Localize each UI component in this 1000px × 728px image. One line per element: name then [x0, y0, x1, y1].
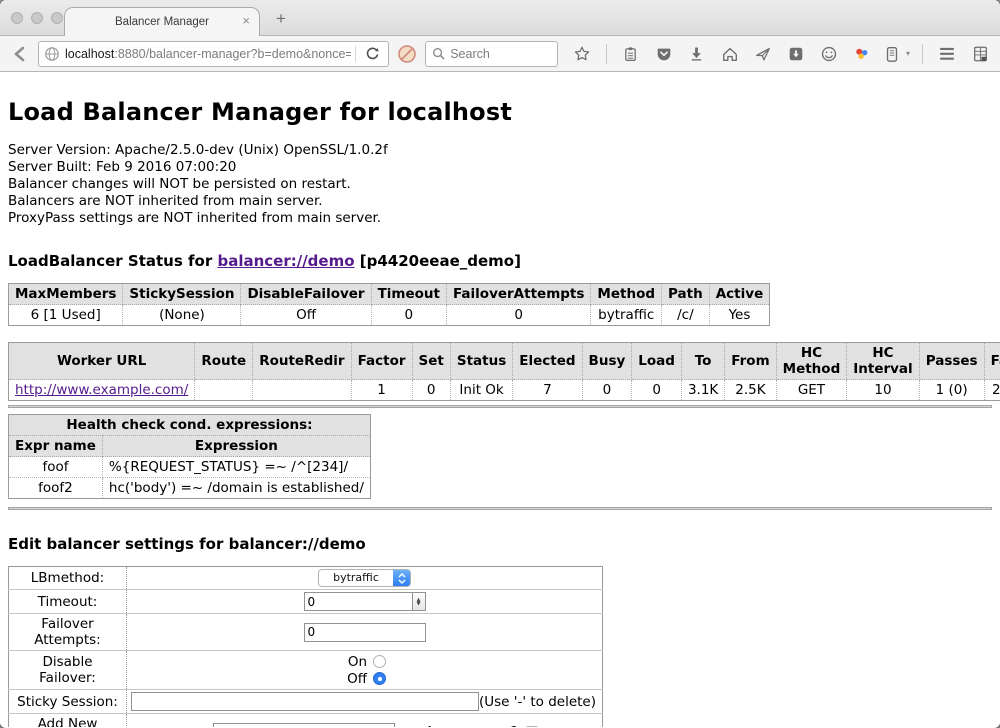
session-container-icon[interactable] [883, 42, 901, 66]
lbmethod-select[interactable]: bytraffic [318, 569, 411, 587]
col-expr-name: Expr name [9, 436, 103, 457]
sticky-session-input[interactable] [131, 692, 479, 711]
timeout-row: Timeout: ▲▼ [9, 590, 603, 614]
failover-attempts-input[interactable] [304, 623, 426, 642]
divider [8, 507, 992, 510]
add-worker-input[interactable] [213, 723, 395, 728]
worker-url-link[interactable]: http://www.example.com/ [15, 382, 188, 398]
col-expression: Expression [102, 436, 370, 457]
col-failoverattempts: FailoverAttempts [447, 284, 591, 305]
timeout-label: Timeout: [9, 590, 127, 614]
window-controls [11, 12, 63, 24]
close-window-button[interactable] [11, 12, 23, 24]
proxypass-note-line: ProxyPass settings are NOT inherited fro… [8, 210, 992, 227]
back-button[interactable] [8, 42, 32, 66]
navigation-toolbar: localhost:8880/balancer-manager?b=demo&n… [0, 36, 1000, 72]
inherit-note-line: Balancers are NOT inherited from main se… [8, 193, 992, 210]
url-input[interactable]: localhost:8880/balancer-manager?b=demo&n… [65, 47, 351, 61]
chevron-down-icon[interactable]: ▾ [906, 49, 910, 58]
lbmethod-label: LBmethod: [9, 567, 127, 590]
disable-failover-row: Disable Failover: On Off [9, 651, 603, 690]
hc-table-title: Health check cond. expressions: [9, 415, 371, 436]
extension-grid-icon[interactable] [968, 42, 992, 66]
select-stepper-icon [393, 570, 410, 586]
reload-icon[interactable] [360, 42, 384, 66]
loadbalancer-status-heading: LoadBalancer Status for balancer://demo … [8, 252, 992, 270]
col-method: Method [591, 284, 662, 305]
add-worker-label: Add New Worker: [9, 714, 127, 728]
search-input[interactable] [450, 47, 551, 61]
worker-table: Worker URL Route RouteRedir Factor Set S… [8, 342, 1000, 401]
zoom-window-button[interactable] [51, 12, 63, 24]
balancer-row: 6 [1 Used] (None) Off 0 0 bytraffic /c/ … [9, 305, 770, 326]
url-bar[interactable]: localhost:8880/balancer-manager?b=demo&n… [38, 41, 389, 67]
reading-list-icon[interactable] [619, 42, 643, 66]
lbmethod-row: LBmethod: bytraffic [9, 567, 603, 590]
health-check-table: Health check cond. expressions: Expr nam… [8, 414, 371, 499]
toolbar-icons: ▾ [570, 42, 992, 66]
menu-hamburger-icon[interactable] [935, 42, 959, 66]
toolbar-separator-2 [922, 44, 923, 64]
disable-failover-label: Disable Failover: [9, 651, 127, 690]
globe-icon [43, 45, 61, 63]
col-path: Path [662, 284, 710, 305]
sticky-session-row: Sticky Session: (Use '-' to delete) [9, 690, 603, 714]
col-active: Active [709, 284, 770, 305]
tab-close-icon[interactable]: × [242, 14, 250, 28]
disable-failover-on-radio[interactable] [373, 655, 386, 668]
col-timeout: Timeout [371, 284, 446, 305]
balancer-demo-link[interactable]: balancer://demo [217, 252, 354, 270]
titlebar: Balancer Manager × + [0, 0, 1000, 36]
number-spinner-icon[interactable]: ▲▼ [412, 592, 426, 611]
persist-note-line: Balancer changes will NOT be persisted o… [8, 176, 992, 193]
server-built-line: Server Built: Feb 9 2016 07:00:20 [8, 159, 992, 176]
search-bar[interactable] [425, 41, 558, 67]
col-maxmembers: MaxMembers [9, 284, 123, 305]
sticky-session-hint: (Use '-' to delete) [479, 694, 598, 710]
urlbar-separator [355, 46, 356, 62]
failover-attempts-label: Failover Attempts: [9, 614, 127, 651]
disable-failover-off-radio[interactable] [373, 672, 386, 685]
timeout-input[interactable] [304, 592, 412, 611]
hc-row: foof2 hc('body') =~ /domain is establish… [9, 478, 371, 499]
send-tab-icon[interactable] [751, 42, 775, 66]
page-title: Load Balancer Manager for localhost [8, 98, 992, 126]
downloads-icon[interactable] [685, 42, 709, 66]
pocket-icon[interactable] [652, 42, 676, 66]
feedback-smiley-icon[interactable] [817, 42, 841, 66]
save-page-icon[interactable] [784, 42, 808, 66]
are-you-sure-label: Are you sure? [425, 724, 518, 727]
bookmark-star-icon[interactable] [570, 42, 594, 66]
page-content: Load Balancer Manager for localhost Serv… [0, 72, 1000, 727]
col-disablefailover: DisableFailover [241, 284, 371, 305]
home-icon[interactable] [718, 42, 742, 66]
edit-balancer-heading: Edit balancer settings for balancer://de… [8, 535, 992, 553]
search-icon [432, 47, 445, 60]
extension-colordots-icon[interactable] [850, 42, 874, 66]
failover-attempts-row: Failover Attempts: [9, 614, 603, 651]
new-tab-button[interactable]: + [276, 9, 286, 29]
divider [8, 405, 992, 408]
worker-row: http://www.example.com/ 1 0 Init Ok 7 0 … [9, 380, 1000, 401]
server-version-line: Server Version: Apache/2.5.0-dev (Unix) … [8, 142, 992, 159]
col-stickysession: StickySession [123, 284, 241, 305]
col-worker-url: Worker URL [9, 343, 195, 380]
tab-title: Balancer Manager [115, 16, 209, 28]
are-you-sure-checkbox[interactable] [526, 726, 538, 727]
content-blocked-icon[interactable] [395, 42, 419, 66]
balancer-settings-form: LBmethod: bytraffic Timeout: [8, 566, 603, 727]
hc-row: foof %{REQUEST_STATUS} =~ /^[234]/ [9, 457, 371, 478]
sticky-session-label: Sticky Session: [9, 690, 127, 714]
minimize-window-button[interactable] [31, 12, 43, 24]
add-worker-row: Add New Worker: Are you sure? [9, 714, 603, 728]
balancer-status-table: MaxMembers StickySession DisableFailover… [8, 283, 770, 326]
tab-balancer-manager[interactable]: Balancer Manager × [64, 7, 260, 36]
browser-window: Balancer Manager × + localhost:8880/bala… [0, 0, 1000, 728]
toolbar-separator [606, 44, 607, 64]
